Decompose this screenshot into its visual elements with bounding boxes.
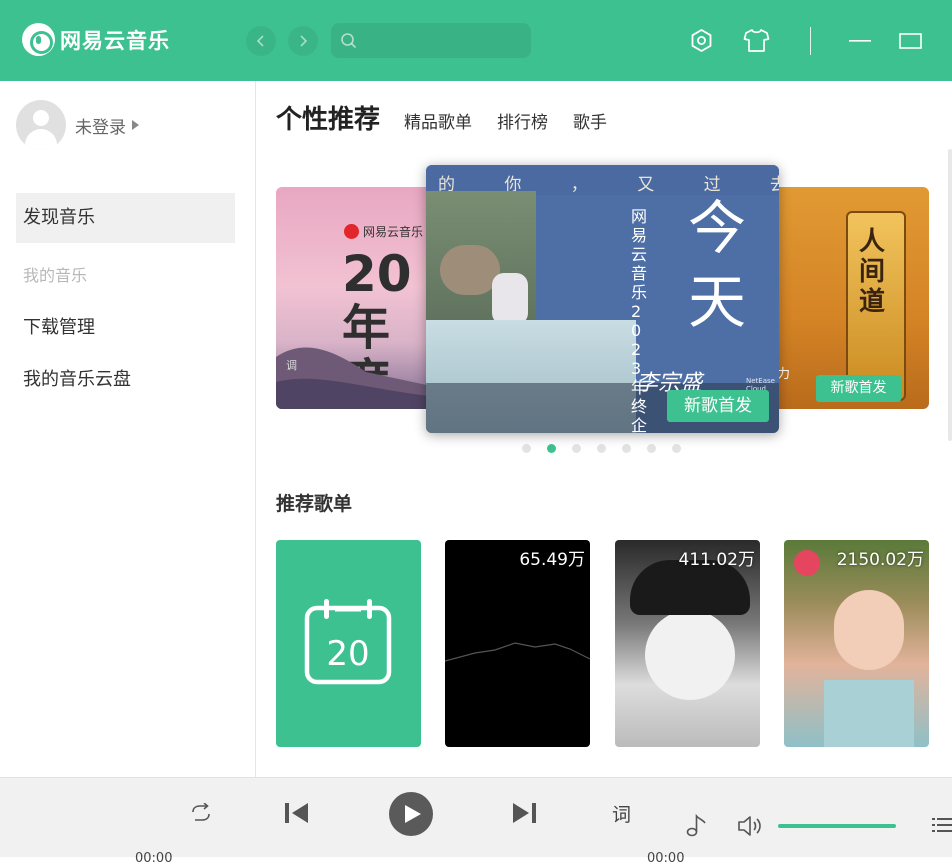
title-bar-divider xyxy=(810,27,811,55)
sidebar-item-cloud-disk[interactable]: 我的音乐云盘 xyxy=(16,355,235,405)
banner-dot-active[interactable] xyxy=(547,444,556,453)
app-name: 网易云音乐 xyxy=(60,28,170,53)
main-content: 个性推荐 精品歌单 排行榜 歌手 网易云音乐 20 年度 调 人间道 生命力 新… xyxy=(256,81,952,777)
playlist-cover-mountain xyxy=(445,642,590,662)
tab-charts[interactable]: 排行榜 xyxy=(497,108,548,133)
daily-recommend-date: 20 xyxy=(326,634,370,674)
playlist-card[interactable]: 411.02万 xyxy=(615,540,760,747)
search-icon xyxy=(341,33,357,49)
music-note-icon[interactable] xyxy=(686,814,708,838)
banner-dot[interactable] xyxy=(672,444,681,453)
volume-slider[interactable] xyxy=(778,824,896,828)
netease-red-logo-icon xyxy=(344,224,359,239)
play-button[interactable] xyxy=(389,792,433,836)
playlist-cover-face xyxy=(645,610,735,700)
playlist-card[interactable]: 2150.02万 xyxy=(784,540,929,747)
banner-dot[interactable] xyxy=(597,444,606,453)
playlist-cover-face xyxy=(834,590,904,670)
banner-dot[interactable] xyxy=(522,444,531,453)
banner-left-small-text: 调 xyxy=(286,359,297,372)
username[interactable]: 未登录 xyxy=(75,113,126,138)
play-icon xyxy=(405,805,421,823)
settings-icon[interactable] xyxy=(689,28,714,53)
banner-card-center[interactable]: 的 你 ， 又 过 去 了 网易云音乐 2023年终企划 今天 李宗盛 NetE… xyxy=(426,165,779,433)
banner-right-badge: 新歌首发 xyxy=(816,375,901,402)
recommend-section-title[interactable]: 推荐歌单 xyxy=(276,489,352,516)
discover-tabs: 个性推荐 精品歌单 排行榜 歌手 xyxy=(276,99,632,136)
chevron-left-icon xyxy=(256,35,264,47)
tab-artists[interactable]: 歌手 xyxy=(573,108,607,133)
tab-personal-recommend[interactable]: 个性推荐 xyxy=(276,99,380,136)
banner-left-mountain-illustration xyxy=(276,347,436,409)
banner-left-brand: 网易云音乐 xyxy=(344,223,423,240)
sidebar-item-discover-music[interactable]: 发现音乐 xyxy=(16,193,235,243)
previous-track-icon[interactable] xyxy=(284,801,310,825)
forward-button[interactable] xyxy=(288,26,318,56)
banner-right-vertical-title: 人间道 xyxy=(859,227,886,317)
app-logo[interactable]: 网易云音乐 xyxy=(22,23,170,56)
sidebar-item-downloads[interactable]: 下载管理 xyxy=(16,303,235,353)
total-time: 00:00 xyxy=(647,851,685,866)
sidebar: 未登录 发现音乐 我的音乐 下载管理 我的音乐云盘 xyxy=(0,81,256,777)
chevron-right-icon xyxy=(300,35,308,47)
banner-center-cat-illustration xyxy=(492,273,528,325)
playlist-card[interactable]: 65.49万 xyxy=(445,540,590,747)
banner-dot[interactable] xyxy=(622,444,631,453)
current-time: 00:00 xyxy=(135,851,173,866)
banner-card-left[interactable]: 网易云音乐 20 年度 调 xyxy=(276,187,436,409)
next-track-icon[interactable] xyxy=(511,801,537,825)
avatar[interactable] xyxy=(16,100,66,150)
netease-music-logo-icon xyxy=(22,23,55,56)
scrollbar[interactable] xyxy=(948,149,952,441)
playlist-play-count: 65.49万 xyxy=(519,550,585,570)
back-button[interactable] xyxy=(246,26,276,56)
repeat-icon[interactable] xyxy=(190,803,212,823)
volume-icon[interactable] xyxy=(737,815,763,837)
skin-tshirt-icon[interactable] xyxy=(743,28,770,53)
banner-dot[interactable] xyxy=(572,444,581,453)
banner-dot[interactable] xyxy=(647,444,656,453)
sidebar-group-my-music: 我的音乐 xyxy=(23,266,88,285)
playlist-play-count: 2150.02万 xyxy=(836,550,924,570)
caret-right-icon xyxy=(132,120,139,130)
user-login[interactable]: 未登录 xyxy=(16,100,139,150)
minimize-icon[interactable] xyxy=(849,40,871,43)
playlist-icon[interactable] xyxy=(932,816,952,834)
playlist-cover-dress xyxy=(824,680,914,747)
playlist-cover-flower xyxy=(794,550,820,576)
banner-center-vertical-text: 网易云音乐 2023年终企划 xyxy=(631,207,648,433)
playlist-play-count: 411.02万 xyxy=(678,550,755,570)
title-bar: 网易云音乐 xyxy=(0,0,952,81)
maximize-icon[interactable] xyxy=(899,33,922,49)
daily-recommend-card[interactable]: 20 xyxy=(276,540,421,747)
banner-center-badge: 新歌首发 xyxy=(667,390,769,422)
lyrics-button[interactable]: 词 xyxy=(612,800,631,827)
banner-pagination xyxy=(522,444,697,453)
banner-left-year: 20 xyxy=(342,245,412,303)
banner-center-figure-illustration xyxy=(440,245,500,295)
player-bar: 词 00:00 00:00 xyxy=(0,777,952,866)
banner-center-big-text: 今天 xyxy=(688,194,747,336)
search-input[interactable] xyxy=(331,23,531,58)
tab-featured-playlists[interactable]: 精品歌单 xyxy=(404,108,472,133)
